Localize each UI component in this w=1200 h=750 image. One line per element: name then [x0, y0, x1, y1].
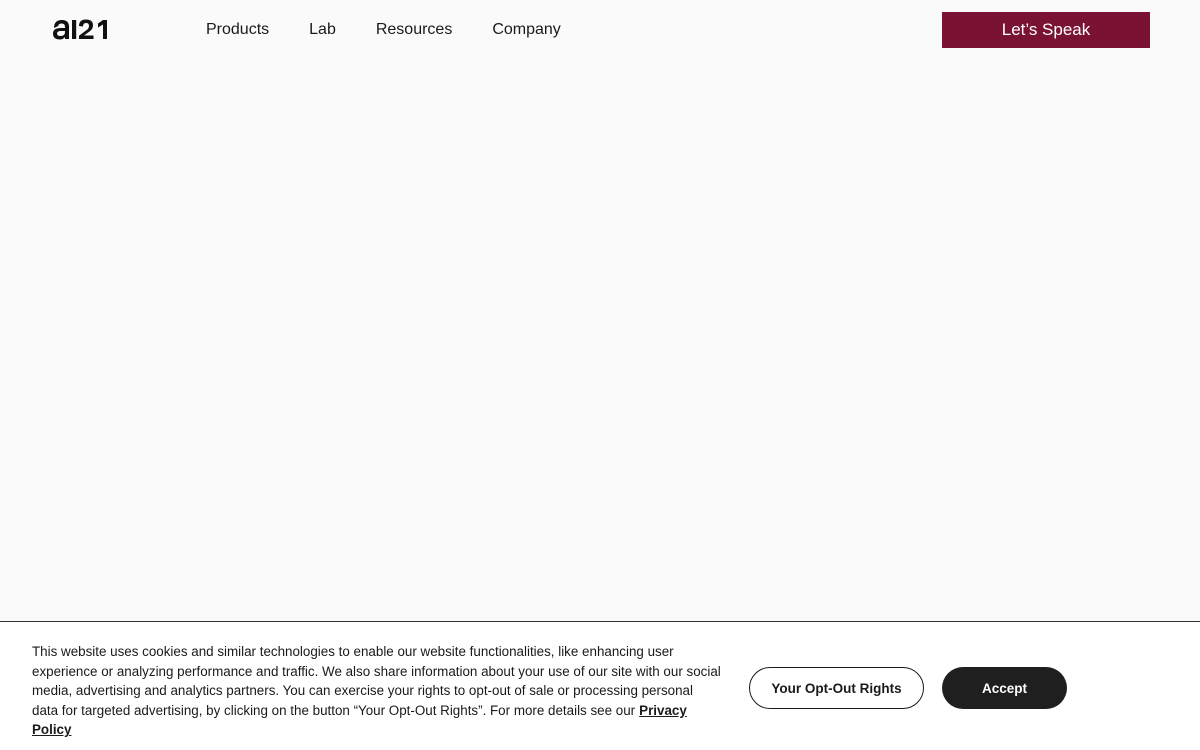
lets-speak-button[interactable]: Let’s Speak	[942, 12, 1150, 48]
nav-item-company[interactable]: Company	[492, 20, 560, 40]
page: Products Lab Resources Company Let’s Spe…	[0, 0, 1200, 750]
nav-item-resources[interactable]: Resources	[376, 20, 452, 40]
cookie-banner: This website uses cookies and similar te…	[0, 621, 1200, 750]
nav-item-products[interactable]: Products	[206, 20, 269, 40]
opt-out-rights-button[interactable]: Your Opt-Out Rights	[749, 667, 924, 709]
main-nav: Products Lab Resources Company	[206, 20, 601, 40]
cookie-message-text: This website uses cookies and similar te…	[32, 644, 721, 718]
ai21-logo[interactable]	[52, 14, 116, 44]
ai21-logo-mark	[53, 19, 107, 40]
cookie-message: This website uses cookies and similar te…	[32, 642, 722, 740]
nav-item-lab[interactable]: Lab	[309, 20, 336, 40]
site-header: Products Lab Resources Company Let’s Spe…	[0, 0, 1200, 60]
accept-cookies-button[interactable]: Accept	[942, 667, 1067, 709]
